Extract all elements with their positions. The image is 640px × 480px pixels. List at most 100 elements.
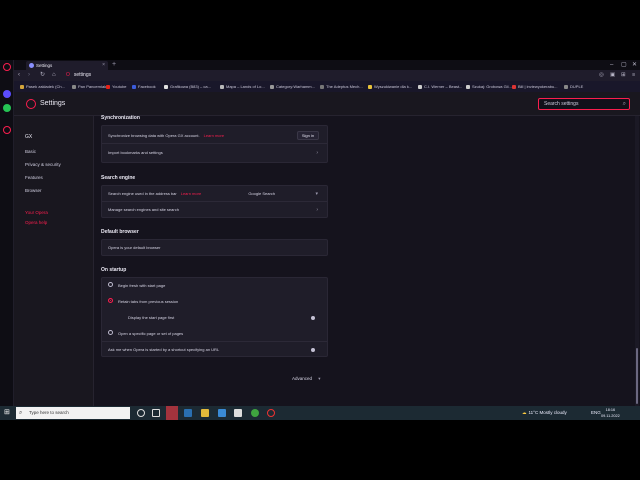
nav-browser[interactable]: Browser (25, 188, 42, 193)
bookmark-item[interactable]: Bill | inviewyokerabu... (512, 81, 558, 92)
radio-button-selected[interactable] (108, 298, 113, 304)
ask-shortcut-label: Ask me when Opera is started by a shortc… (108, 347, 220, 352)
maximize-icon[interactable]: ▢ (621, 60, 627, 70)
display-start-page-label: Display the start page first (128, 315, 175, 320)
search-engine-select[interactable]: Google Search (248, 186, 275, 202)
store-icon[interactable] (234, 409, 242, 417)
your-opera-link[interactable]: Your Opera (25, 210, 48, 215)
taskbar-search-input[interactable]: ⌕ Type here to search (16, 407, 130, 419)
radio-button[interactable] (108, 282, 113, 288)
startup-option-fresh[interactable]: Begin fresh with start page (102, 278, 327, 294)
bookmark-item[interactable]: The Adeptus Mech... (320, 81, 363, 92)
scrollbar-thumb[interactable] (636, 348, 638, 404)
bookmark-item[interactable]: Youtube (106, 81, 127, 92)
nav-basic[interactable]: Basic (25, 149, 36, 154)
nav-gx[interactable]: GX (25, 134, 32, 140)
home-icon[interactable]: ⌂ (52, 70, 56, 81)
steam-icon[interactable] (184, 409, 192, 417)
startup-option-specific[interactable]: Open a specific page or set of pages (102, 326, 327, 342)
advanced-toggle[interactable]: Advanced ▾ (292, 376, 321, 382)
close-window-icon[interactable]: ✕ (632, 60, 637, 70)
bookmark-item[interactable]: Mapa – Lands of Lo... (220, 81, 265, 92)
search-settings-input[interactable]: Search settings ⌕ (538, 98, 630, 110)
new-tab-icon[interactable]: + (112, 60, 116, 70)
ask-shortcut-row: Ask me when Opera is started by a shortc… (102, 342, 327, 358)
bookmark-item[interactable]: Szukaj: Grobowa Gil... (466, 81, 512, 92)
bookmark-item[interactable]: C.I. Werner – Beast... (418, 81, 462, 92)
nav-privacy[interactable]: Privacy & security (25, 162, 61, 167)
xbox-icon[interactable] (251, 409, 259, 417)
messenger-icon[interactable] (3, 90, 11, 98)
sync-card: Synchronize browsing data with Opera GX … (101, 125, 328, 163)
bookmark-item[interactable]: Wyszukiwanie dla k... (368, 81, 412, 92)
bookmark-item[interactable]: Pasek zakładek (Ch... (20, 81, 65, 92)
import-row[interactable]: Import bookmarks and settings › (102, 145, 327, 161)
extensions-icon[interactable]: ⊞ (621, 70, 626, 81)
whatsapp-icon[interactable] (3, 104, 11, 112)
task-view-icon[interactable] (137, 409, 145, 417)
url-field[interactable]: Osettings (66, 71, 91, 80)
sign-in-button[interactable]: Sign in (297, 131, 319, 140)
reload-icon[interactable]: ↻ (40, 70, 45, 81)
language-indicator[interactable]: ENG (591, 406, 601, 420)
bookmark-item[interactable]: Pan Pancerniak (72, 81, 106, 92)
search-engine-row: Search engine used in the address bar Lea… (102, 186, 327, 202)
search-engine-learn-more-link[interactable]: Learn more (181, 191, 201, 196)
opera-sidebar (0, 60, 14, 406)
display-start-page-row: Display the start page first (102, 310, 327, 326)
startup-fresh-label: Begin fresh with start page (118, 283, 166, 288)
tab-title: Settings (36, 63, 53, 68)
sync-learn-more-link[interactable]: Learn more (204, 133, 224, 138)
startup-option-retain[interactable]: Retain tabs from previous session (102, 294, 327, 310)
settings-header: Settings Search settings ⌕ (14, 92, 640, 116)
manage-search-engines-row[interactable]: Manage search engines and site search › (102, 202, 327, 218)
windows-start-icon[interactable]: ⊞ (4, 409, 10, 417)
snapshot-icon[interactable]: ◎ (599, 70, 604, 81)
settings-tab-icon (29, 63, 34, 68)
close-tab-icon[interactable]: × (102, 61, 105, 70)
folder-icon (20, 84, 24, 89)
windows-taskbar: ⊞ ⌕ Type here to search ☁ 11°C Mostly clo… (0, 406, 640, 420)
bookmark-item[interactable]: DUPLE (564, 81, 583, 92)
section-title-sync: Synchronization (101, 115, 140, 121)
sync-row: Synchronize browsing data with Opera GX … (102, 128, 327, 144)
minimize-icon[interactable]: – (610, 60, 613, 70)
youtube-icon (106, 84, 110, 89)
import-label: Import bookmarks and settings (108, 150, 163, 155)
tab-settings[interactable]: Settings × (26, 61, 108, 70)
display-start-page-toggle[interactable] (311, 316, 315, 320)
bookmark-item[interactable]: Grafikowa (B83) – ca... (164, 81, 211, 92)
multitask-icon[interactable] (152, 409, 160, 417)
chevron-down-icon: ▾ (318, 376, 321, 381)
nav-features[interactable]: Features (25, 175, 43, 180)
opera-help-link[interactable]: Opera help (25, 220, 47, 225)
forward-icon[interactable]: › (28, 70, 30, 81)
chevron-right-icon: › (316, 207, 318, 213)
search-icon: ⌕ (19, 410, 23, 416)
ask-shortcut-toggle[interactable] (311, 348, 315, 352)
radio-button[interactable] (108, 330, 113, 336)
address-bar: ‹ › ↻ ⌂ Osettings ◎ ▣ ⊞ ≡ (14, 70, 640, 81)
bookmark-item[interactable]: Category:Warhamm... (270, 81, 315, 92)
system-clock[interactable]: 18:16 09.11.2022 (601, 407, 620, 419)
search-engine-label: Search engine used in the address bar (108, 191, 177, 196)
opera-icon[interactable] (267, 409, 275, 417)
wallet-icon[interactable]: ▣ (610, 70, 615, 81)
search-engine-card: Search engine used in the address bar Lea… (101, 185, 328, 218)
menu-icon[interactable]: ≡ (632, 70, 635, 81)
opera-gx-taskbar-icon[interactable] (166, 406, 178, 420)
section-title-default-browser: Default browser (101, 229, 139, 235)
opera-logo-icon[interactable] (3, 63, 11, 71)
mail-icon[interactable] (218, 409, 226, 417)
page-title: Settings (40, 100, 66, 107)
bookmark-item[interactable]: Facebook (132, 81, 156, 92)
bookmarks-bar: Pasek zakładek (Ch... Pan Pancerniak You… (14, 81, 640, 92)
file-explorer-icon[interactable] (201, 409, 209, 417)
taskbar-search-placeholder: Type here to search (29, 410, 69, 415)
weather-widget[interactable]: ☁ 11°C Mostly cloudy (522, 406, 567, 420)
startup-retain-label: Retain tabs from previous session (118, 299, 179, 304)
site-icon (564, 84, 568, 89)
site-icon (368, 84, 372, 89)
gx-control-icon[interactable] (3, 126, 11, 134)
back-icon[interactable]: ‹ (18, 70, 20, 81)
